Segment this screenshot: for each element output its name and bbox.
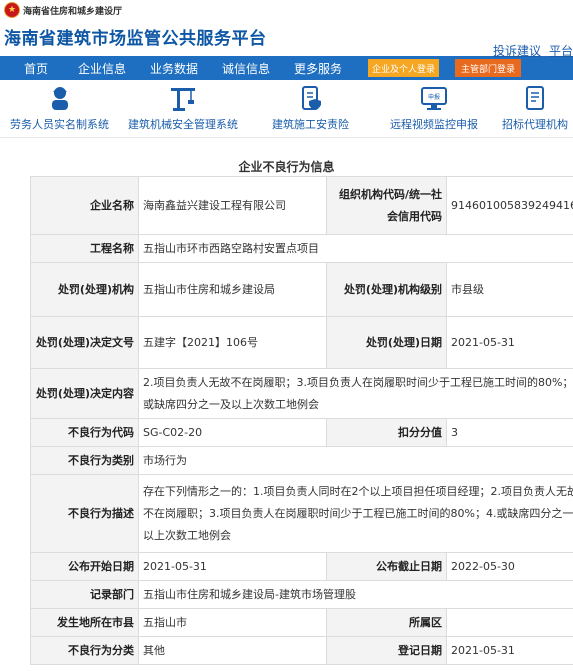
- sys-label: 招标代理机构: [502, 118, 568, 131]
- behavior-category-value: 市场行为: [138, 446, 573, 475]
- nav-business-data[interactable]: 业务数据: [138, 60, 210, 77]
- city-value: 五指山市: [138, 608, 327, 637]
- platform-link[interactable]: 平台: [549, 44, 573, 58]
- table-row: 发生地所在市县 五指山市 所属区: [30, 608, 573, 637]
- document-icon: [520, 84, 550, 112]
- enterprise-name-label: 企业名称: [30, 176, 139, 235]
- authority-label: 处罚(处理)机构: [30, 262, 139, 317]
- description-value: 存在下列情形之一的：1.项目负责人同时在2个以上项目担任项目经理；2.项目负责人…: [138, 474, 573, 553]
- org-code-value: 914601005839249416: [446, 176, 573, 235]
- publish-start-value: 2021-05-31: [138, 552, 327, 581]
- decision-no-label: 处罚(处理)决定文号: [30, 316, 139, 369]
- table-row: 不良行为分类 其他 登记日期 2021-05-31: [30, 636, 573, 665]
- table-row: 处罚(处理)机构 五指山市住房和城乡建设局 处罚(处理)机构级别 市县级: [30, 262, 573, 317]
- register-date-label: 登记日期: [326, 636, 447, 665]
- behavior-category-label: 不良行为类别: [30, 446, 139, 475]
- main-nav: 首页 企业信息 业务数据 诚信信息 更多服务 企业及个人登录 主管部门登录: [0, 56, 573, 80]
- project-value: 五指山市环市西路空路村安置点项目: [138, 234, 573, 263]
- district-label: 所属区: [326, 608, 447, 637]
- department-name: 海南省住房和城乡建设厅: [23, 6, 123, 17]
- table-row: 企业名称 海南鑫益兴建设工程有限公司 组织机构代码/统一社会信用代码 91460…: [30, 176, 573, 235]
- decision-date-value: 2021-05-31: [446, 316, 573, 369]
- sys-labor-realname[interactable]: 劳务人员实名制系统: [10, 84, 109, 132]
- decision-no-value: 五建字【2021】106号: [138, 316, 327, 369]
- enterprise-name-value: 海南鑫益兴建设工程有限公司: [138, 176, 327, 235]
- project-label: 工程名称: [30, 234, 139, 263]
- publish-end-value: 2022-05-30: [446, 552, 573, 581]
- sys-bidding-agency[interactable]: 招标代理机构: [502, 84, 568, 132]
- publish-start-label: 公布开始日期: [30, 552, 139, 581]
- behavior-code-label: 不良行为代码: [30, 418, 139, 447]
- table-row: 处罚(处理)决定内容 2.项目负责人无故不在岗履职；3.项目负责人在岗履职时间少…: [30, 368, 573, 419]
- insurance-icon: [296, 84, 326, 112]
- table-row: 工程名称 五指山市环市西路空路村安置点项目: [30, 234, 573, 263]
- bad-behavior-table: 企业名称 海南鑫益兴建设工程有限公司 组织机构代码/统一社会信用代码 91460…: [30, 176, 573, 665]
- svg-text:申报: 申报: [428, 93, 440, 101]
- description-label: 不良行为描述: [30, 474, 139, 553]
- authority-value: 五指山市住房和城乡建设局: [138, 262, 327, 317]
- worker-icon: [45, 84, 75, 112]
- national-emblem-icon: ★: [4, 2, 20, 18]
- site-title: 海南省建筑市场监管公共服务平台: [4, 29, 267, 49]
- sys-label: 远程视频监控申报: [390, 118, 478, 131]
- nav-more-services[interactable]: 更多服务: [282, 60, 354, 77]
- page-title: 企业不良行为信息: [238, 160, 335, 174]
- nav-home[interactable]: 首页: [6, 60, 66, 77]
- top-links: 投诉建议 平台: [485, 42, 573, 59]
- sys-label: 劳务人员实名制系统: [10, 118, 109, 131]
- decision-content-label: 处罚(处理)决定内容: [30, 368, 139, 419]
- deduction-label: 扣分分值: [326, 418, 447, 447]
- nav-enterprise-info[interactable]: 企业信息: [66, 60, 138, 77]
- register-date-value: 2021-05-31: [446, 636, 573, 665]
- sys-safety-insurance[interactable]: 建筑施工安责险: [272, 84, 349, 132]
- authority-level-value: 市县级: [446, 262, 573, 317]
- sys-machinery-safety[interactable]: 建筑机械安全管理系统: [128, 84, 238, 132]
- table-row: 不良行为描述 存在下列情形之一的：1.项目负责人同时在2个以上项目担任项目经理；…: [30, 474, 573, 553]
- sys-video-monitoring[interactable]: 申报 远程视频监控申报: [390, 84, 478, 132]
- decision-date-label: 处罚(处理)日期: [326, 316, 447, 369]
- table-row: 记录部门 五指山市住房和城乡建设局-建筑市场管理股: [30, 580, 573, 609]
- table-row: 不良行为类别 市场行为: [30, 446, 573, 475]
- table-row: 公布开始日期 2021-05-31 公布截止日期 2022-05-30: [30, 552, 573, 581]
- system-shortcuts: 劳务人员实名制系统 建筑机械安全管理系统 建筑施工安责险 申报 远程视频监控申报…: [0, 80, 573, 138]
- publish-end-label: 公布截止日期: [326, 552, 447, 581]
- org-code-label: 组织机构代码/统一社会信用代码: [326, 176, 447, 235]
- nav-credit-info[interactable]: 诚信信息: [210, 60, 282, 77]
- department-brand: ★ 海南省住房和城乡建设厅: [4, 2, 122, 18]
- sys-label: 建筑机械安全管理系统: [128, 118, 238, 131]
- feedback-link[interactable]: 投诉建议: [493, 44, 541, 58]
- record-dept-label: 记录部门: [30, 580, 139, 609]
- table-row: 不良行为代码 SG-C02-20 扣分分值 3: [30, 418, 573, 447]
- sys-label: 建筑施工安责险: [272, 118, 349, 131]
- crane-icon: [168, 84, 198, 112]
- behavior-code-value: SG-C02-20: [138, 418, 327, 447]
- classification-value: 其他: [138, 636, 327, 665]
- district-value: [446, 608, 573, 637]
- deduction-value: 3: [446, 418, 573, 447]
- classification-label: 不良行为分类: [30, 636, 139, 665]
- record-dept-value: 五指山市住房和城乡建设局-建筑市场管理股: [138, 580, 573, 609]
- table-row: 处罚(处理)决定文号 五建字【2021】106号 处罚(处理)日期 2021-0…: [30, 316, 573, 369]
- enterprise-login-button[interactable]: 企业及个人登录: [368, 59, 440, 77]
- site-header: ★ 海南省住房和城乡建设厅 海南省建筑市场监管公共服务平台 投诉建议 平台: [0, 0, 573, 59]
- monitor-icon: 申报: [419, 84, 449, 112]
- decision-content-value: 2.项目负责人无故不在岗履职；3.项目负责人在岗履职时间少于工程已施工时间的80…: [138, 368, 573, 419]
- city-label: 发生地所在市县: [30, 608, 139, 637]
- authority-level-label: 处罚(处理)机构级别: [326, 262, 447, 317]
- dept-login-button[interactable]: 主管部门登录: [455, 59, 522, 77]
